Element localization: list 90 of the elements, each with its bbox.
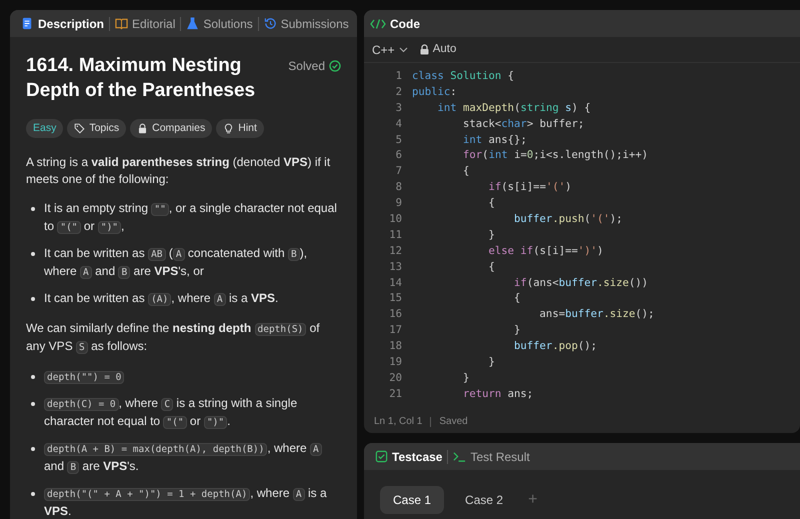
line-number: 9 — [394, 196, 402, 212]
code-line: ans=buffer.size(); — [538, 307, 654, 322]
tab[interactable]: Solutions — [181, 14, 258, 32]
code-line: class Solution { — [412, 69, 514, 84]
case-tab[interactable]: Case 1 — [380, 486, 444, 514]
tab[interactable]: Description — [16, 14, 110, 32]
bullet-icon — [31, 252, 35, 256]
code-line: int maxDepth(string s) { — [436, 100, 591, 116]
terminal-icon — [453, 450, 466, 463]
line-number: 21 — [388, 386, 402, 402]
history-icon — [264, 17, 277, 30]
line-number: 2 — [394, 84, 402, 100]
bullet-icon — [31, 402, 35, 406]
solved-status: Solved — [288, 57, 341, 75]
tag-button[interactable]: Hint — [216, 119, 264, 138]
code-line: { — [462, 164, 470, 180]
code-line: return ans; — [462, 386, 534, 402]
list-item: depth(A + B) = max(depth(A), depth(B)) , where A and B are VPS's. — [44, 440, 341, 476]
line-number: 7 — [394, 164, 402, 180]
tab[interactable]: Editorial — [110, 14, 180, 32]
code-line: } — [488, 355, 495, 370]
list-item: depth("(" + A + ")") = 1 + depth(A) , where A is a VPS. — [44, 485, 328, 519]
mode-label: Auto — [432, 42, 456, 57]
code-line: } — [462, 370, 470, 386]
line-number: 18 — [388, 339, 402, 354]
code-line: { — [488, 196, 495, 212]
code-icon — [370, 18, 386, 28]
case-tab[interactable]: Case 2 — [452, 486, 516, 514]
tag-button[interactable]: Topics — [67, 119, 126, 138]
line-number: 14 — [388, 276, 402, 291]
tab[interactable]: Testcase — [370, 448, 448, 466]
line-number: 10 — [388, 212, 402, 228]
list-item: depth(C) = 0 , where C is a string with a single character not equal to "(" or ")" . — [44, 395, 298, 431]
code-line: } — [488, 228, 495, 243]
line-number: 20 — [388, 370, 402, 386]
flask-icon — [186, 17, 200, 30]
bullet-icon — [31, 297, 35, 301]
line-number: 16 — [388, 307, 402, 322]
code-line: { — [488, 260, 495, 275]
cursor-position: Ln 1, Col 1 — [374, 415, 422, 429]
code-line: else if(s[i]==')') — [488, 244, 604, 259]
line-number: 8 — [394, 180, 402, 196]
code-line: { — [513, 291, 520, 306]
paragraph: A string is a valid parentheses string (denoted VPS) if it meets one of the following: — [26, 154, 332, 188]
line-number: 11 — [388, 228, 402, 243]
code-line: } — [513, 323, 520, 338]
code-line: for(int i=0;i<s.length();i++) — [462, 148, 648, 164]
line-number: 15 — [388, 291, 402, 306]
line-number: 19 — [388, 355, 402, 370]
lock-icon — [420, 44, 429, 55]
line-number: 6 — [394, 148, 402, 164]
code-line: public: — [412, 84, 457, 100]
list-item: It can be written as AB ( A concatenated with B ), where A and B are VPS's, or — [44, 245, 308, 281]
bullet-icon — [31, 375, 35, 379]
line-number: 3 — [394, 100, 402, 116]
list-item: It is an empty string "" , or a single character not equal to "(" or ")" , — [44, 200, 338, 236]
code-line: buffer.pop(); — [513, 339, 597, 354]
problem-title: 1614. Maximum Nesting Depth of the Parentheses — [26, 54, 256, 103]
checkbox-icon — [375, 450, 388, 463]
line-number: 5 — [394, 132, 402, 148]
document-icon — [21, 17, 34, 30]
code-line: buffer.push('('); — [513, 212, 623, 228]
lightbulb-icon — [223, 123, 234, 134]
paragraph: We can similarly define the nesting depth depth(S) of any VPS S as follows: — [26, 320, 321, 356]
tag-icon — [74, 123, 86, 134]
save-status: Saved — [439, 415, 468, 429]
tab[interactable]: Test Result — [448, 448, 535, 466]
code-line: stack<char> buffer; — [462, 116, 584, 132]
line-number: 12 — [388, 244, 402, 259]
line-number: 4 — [394, 116, 402, 132]
check-circle-icon — [329, 60, 341, 72]
line-number: 1 — [394, 69, 402, 84]
bullet-icon — [31, 207, 35, 211]
line-number: 13 — [388, 260, 402, 275]
code-line: if(ans<buffer.size()) — [513, 276, 648, 291]
language-dropdown[interactable]: C++ — [372, 40, 408, 58]
tag-button[interactable]: Companies — [130, 119, 212, 138]
bullet-icon — [31, 447, 35, 451]
line-number: 17 — [388, 323, 402, 338]
lock-icon — [137, 123, 148, 134]
tab[interactable]: Submissions — [258, 14, 354, 32]
book-icon — [115, 17, 128, 30]
panel-title: Code — [390, 16, 420, 32]
difficulty-badge: Easy — [26, 119, 64, 138]
code-line: if(s[i]=='(') — [488, 180, 572, 196]
code-line: int ans{}; — [462, 132, 527, 148]
list-item: It can be written as (A) , where A is a VPS. — [44, 290, 278, 308]
caret-icon — [398, 46, 408, 52]
list-item: depth("") = 0 — [44, 368, 124, 386]
bullet-icon — [31, 492, 35, 496]
